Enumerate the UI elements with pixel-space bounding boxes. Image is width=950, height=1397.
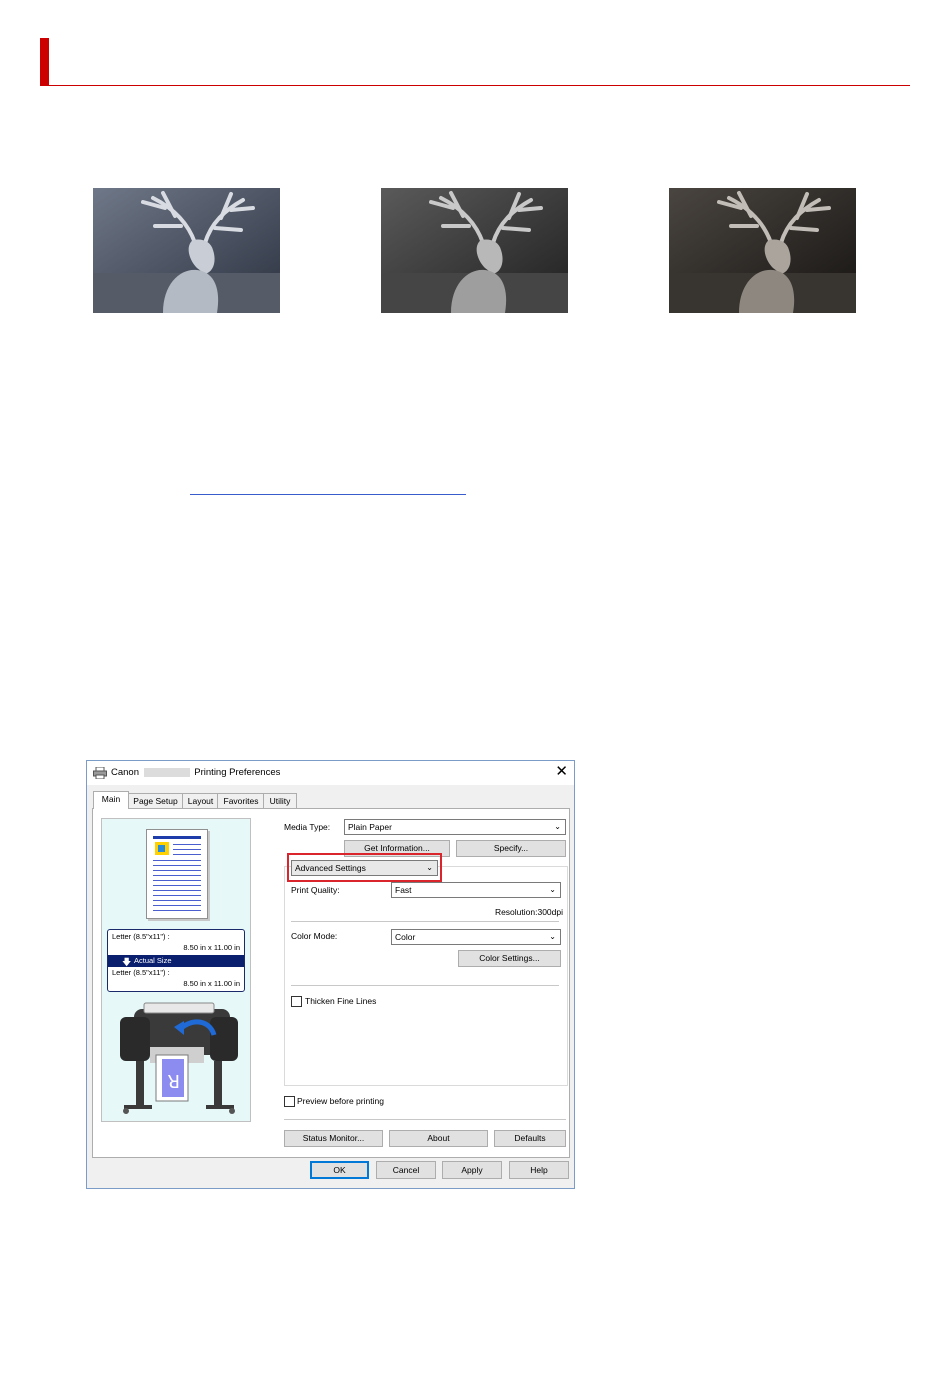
divider (291, 985, 559, 986)
chevron-down-icon: ⌄ (549, 932, 556, 941)
thicken-fine-lines-label: Thicken Fine Lines (305, 996, 377, 1006)
tab-page-setup[interactable]: Page Setup (127, 793, 184, 808)
doc-line (153, 905, 201, 906)
color-mode-value: Color (395, 932, 416, 942)
cancel-button[interactable]: Cancel (376, 1161, 436, 1179)
color-mode-label: Color Mode: (291, 931, 338, 941)
input-size-value: 8.50 in x 11.00 in (183, 943, 240, 952)
divider (291, 921, 559, 922)
dialog-titlebar: Canon Printing Preferences ✕ (87, 761, 574, 785)
doc-header-bar (153, 836, 201, 839)
doc-line (153, 860, 201, 861)
print-quality-select[interactable]: Fast ⌄ (391, 882, 561, 898)
ok-button[interactable]: OK (310, 1161, 369, 1179)
doc-line (153, 880, 201, 881)
apply-button[interactable]: Apply (442, 1161, 502, 1179)
tab-utility[interactable]: Utility (263, 793, 297, 808)
large-format-printer-illustration: R (120, 1002, 238, 1114)
preview-before-printing-checkbox[interactable] (284, 1096, 295, 1107)
tab-favorites[interactable]: Favorites (217, 793, 265, 808)
document-preview (146, 829, 208, 919)
scaling-selected-row: 🡇 Actual Size (108, 955, 244, 967)
color-settings-button[interactable]: Color Settings... (458, 950, 561, 967)
preview-before-printing-label: Preview before printing (297, 1096, 384, 1106)
main-tab-panel: Letter (8.5"x11") : 8.50 in x 11.00 in 🡇… (92, 808, 570, 1158)
tab-layout[interactable]: Layout (182, 793, 219, 808)
media-type-value: Plain Paper (348, 822, 392, 832)
deer-photo-dark (669, 188, 856, 313)
deer-photo-light (93, 188, 280, 313)
defaults-button[interactable]: Defaults (494, 1130, 566, 1147)
doc-line (153, 885, 201, 886)
doc-line (153, 865, 201, 866)
color-mode-select[interactable]: Color ⌄ (391, 929, 561, 945)
printer-icon (93, 767, 107, 779)
deer-photo-medium (381, 188, 568, 313)
doc-line (173, 854, 201, 855)
title-brand: Canon (111, 767, 139, 778)
advanced-settings-group (284, 866, 568, 1086)
scaling-label: Actual Size (134, 956, 172, 965)
title-suffix: Printing Preferences (194, 767, 281, 778)
print-quality-label: Print Quality: (291, 885, 340, 895)
redacted-model-name (143, 767, 190, 777)
status-monitor-button[interactable]: Status Monitor... (284, 1130, 383, 1147)
doc-line (153, 890, 201, 891)
about-button[interactable]: About (389, 1130, 488, 1147)
output-size-value: 8.50 in x 11.00 in (183, 979, 240, 988)
output-size-label: Letter (8.5"x11") : (112, 968, 170, 977)
doc-line (153, 900, 201, 901)
hyperlink-underline[interactable] (190, 494, 466, 495)
highlight-box (287, 853, 442, 882)
media-type-label: Media Type: (284, 822, 331, 832)
input-size-label: Letter (8.5"x11") : (112, 932, 170, 941)
divider (284, 1119, 566, 1120)
close-icon[interactable]: ✕ (555, 763, 568, 781)
doc-line (173, 849, 201, 850)
doc-line (153, 870, 201, 871)
tab-main[interactable]: Main (93, 791, 129, 809)
help-button[interactable]: Help (509, 1161, 569, 1179)
doc-line (153, 910, 201, 911)
paper-size-info: Letter (8.5"x11") : 8.50 in x 11.00 in 🡇… (107, 929, 245, 992)
doc-line (153, 875, 201, 876)
printing-preferences-dialog: Canon Printing Preferences ✕ Main Page S… (86, 760, 575, 1189)
media-type-select[interactable]: Plain Paper ⌄ (344, 819, 566, 835)
doc-line (153, 895, 201, 896)
section-marker (40, 38, 49, 86)
doc-image-icon (155, 842, 169, 855)
dialog-title: Canon Printing Preferences (111, 767, 280, 778)
chevron-down-icon: ⌄ (554, 822, 561, 831)
printer-sheet-letter: R (167, 1070, 180, 1091)
resolution-text: Resolution:300dpi (494, 907, 563, 917)
doc-line (173, 844, 201, 845)
print-preview-area: Letter (8.5"x11") : 8.50 in x 11.00 in 🡇… (101, 818, 251, 1122)
print-quality-value: Fast (395, 885, 412, 895)
thicken-fine-lines-checkbox[interactable] (291, 996, 302, 1007)
specify-button[interactable]: Specify... (456, 840, 566, 857)
chevron-down-icon: ⌄ (549, 885, 556, 894)
header-rule (40, 85, 910, 86)
